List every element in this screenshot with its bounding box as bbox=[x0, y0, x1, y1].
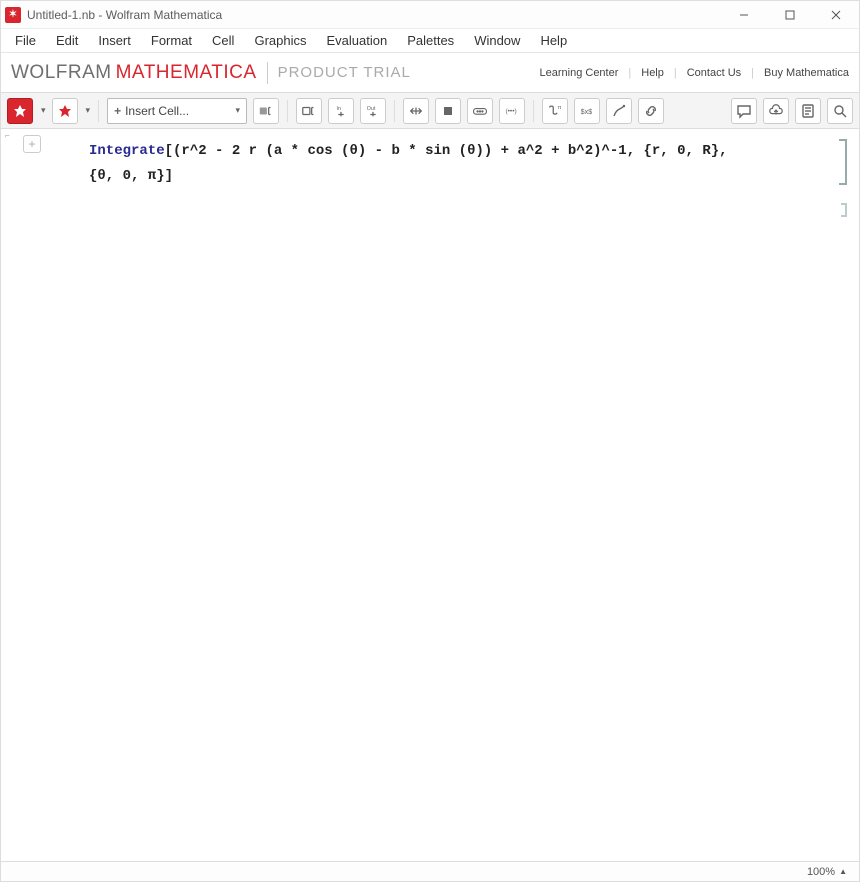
cell-bracket[interactable] bbox=[839, 139, 847, 185]
menu-palettes[interactable]: Palettes bbox=[399, 31, 462, 50]
hyperlink-button[interactable] bbox=[638, 98, 664, 124]
function-name: Integrate bbox=[89, 143, 165, 159]
menu-edit[interactable]: Edit bbox=[48, 31, 86, 50]
chevron-down-icon[interactable]: ▾ bbox=[41, 105, 46, 116]
menu-file[interactable]: File bbox=[7, 31, 44, 50]
input-cell[interactable]: Integrate[(r^2 - 2 r (a * cos (θ) - b * … bbox=[89, 139, 829, 189]
menu-insert[interactable]: Insert bbox=[90, 31, 139, 50]
insert-cell-dropdown[interactable]: +Insert Cell... ▾ bbox=[107, 98, 247, 124]
math-typesetting-button[interactable]: π bbox=[542, 98, 568, 124]
svg-text:$x$: $x$ bbox=[581, 107, 593, 116]
menu-format[interactable]: Format bbox=[143, 31, 200, 50]
cloud-upload-button[interactable] bbox=[763, 98, 789, 124]
cell-insertion-bracket[interactable] bbox=[841, 203, 847, 217]
link-help[interactable]: Help bbox=[641, 67, 664, 79]
page-corner-icon: ⌐ bbox=[5, 131, 10, 140]
svg-text:In: In bbox=[337, 106, 341, 112]
minimize-button[interactable] bbox=[721, 1, 767, 29]
maximize-button[interactable] bbox=[767, 1, 813, 29]
notebook-area[interactable]: ⌐ + Integrate[(r^2 - 2 r (a * cos (θ) - … bbox=[1, 129, 859, 863]
evaluate-in-button[interactable]: In bbox=[328, 98, 354, 124]
wolfram-alpha-button[interactable] bbox=[52, 98, 78, 124]
svg-text:Out: Out bbox=[367, 106, 376, 112]
svg-text:π: π bbox=[558, 105, 562, 111]
brand-bar: WOLFRAM MATHEMATICA PRODUCT TRIAL Learni… bbox=[1, 53, 859, 93]
brand-wolfram: WOLFRAM bbox=[11, 62, 112, 84]
code-line-1: Integrate[(r^2 - 2 r (a * cos (θ) - b * … bbox=[89, 139, 829, 164]
extend-selection-button[interactable] bbox=[403, 98, 429, 124]
brand-mathematica: MATHEMATICA bbox=[116, 62, 257, 84]
brand-divider bbox=[267, 62, 268, 84]
drawing-tools-button[interactable] bbox=[606, 98, 632, 124]
chat-button[interactable] bbox=[731, 98, 757, 124]
close-button[interactable] bbox=[813, 1, 859, 29]
menu-cell[interactable]: Cell bbox=[204, 31, 242, 50]
menu-window[interactable]: Window bbox=[466, 31, 528, 50]
product-trial-label: PRODUCT TRIAL bbox=[278, 64, 411, 81]
zoom-level[interactable]: 100% bbox=[807, 866, 835, 878]
link-buy[interactable]: Buy Mathematica bbox=[764, 67, 849, 79]
wolfram-language-button[interactable] bbox=[7, 98, 33, 124]
insert-cell-label: Insert Cell... bbox=[125, 104, 189, 118]
app-icon: ✶ bbox=[5, 7, 21, 23]
status-bar: 100% ▲ bbox=[1, 861, 859, 881]
title-bar: ✶ Untitled-1.nb - Wolfram Mathematica bbox=[1, 1, 859, 29]
menu-graphics[interactable]: Graphics bbox=[246, 31, 314, 50]
brand-links: Learning Center | Help | Contact Us | Bu… bbox=[540, 67, 850, 79]
code-body-1: [(r^2 - 2 r (a * cos (θ) - b * sin (θ)) … bbox=[165, 143, 728, 159]
zoom-up-icon[interactable]: ▲ bbox=[839, 867, 847, 876]
window-title: Untitled-1.nb - Wolfram Mathematica bbox=[27, 8, 222, 22]
text-cell-button[interactable] bbox=[296, 98, 322, 124]
evaluate-out-button[interactable]: Out bbox=[360, 98, 386, 124]
chevron-down-icon[interactable]: ▾ bbox=[86, 105, 91, 116]
template-button[interactable]: $x$ bbox=[574, 98, 600, 124]
menu-help[interactable]: Help bbox=[532, 31, 575, 50]
svg-text:(•••): (•••) bbox=[506, 108, 517, 115]
uniconize-button[interactable]: (•••) bbox=[499, 98, 525, 124]
documentation-button[interactable] bbox=[795, 98, 821, 124]
search-button[interactable] bbox=[827, 98, 853, 124]
menu-bar: File Edit Insert Format Cell Graphics Ev… bbox=[1, 29, 859, 53]
link-contact[interactable]: Contact Us bbox=[687, 67, 741, 79]
add-cell-button[interactable]: + bbox=[23, 135, 41, 153]
toolbar: ▾ ▾ +Insert Cell... ▾ In Out (•••) π $x$ bbox=[1, 93, 859, 129]
iconize-button[interactable] bbox=[467, 98, 493, 124]
code-line-2: {θ, 0, π}] bbox=[89, 164, 829, 189]
input-mode-button[interactable] bbox=[253, 98, 279, 124]
menu-evaluation[interactable]: Evaluation bbox=[318, 31, 395, 50]
abort-evaluation-button[interactable] bbox=[435, 98, 461, 124]
link-learning-center[interactable]: Learning Center bbox=[540, 67, 619, 79]
